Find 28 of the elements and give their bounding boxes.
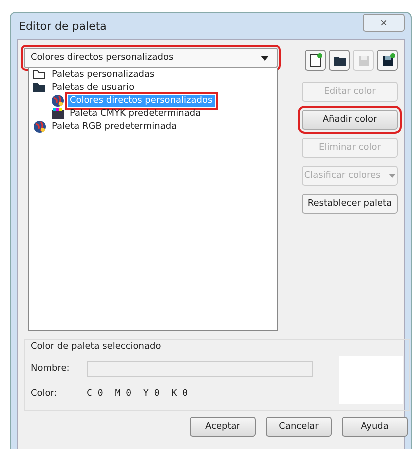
field-label: Nombre: <box>31 364 71 374</box>
toolbar-button[interactable] <box>305 50 326 71</box>
globe-icon <box>51 94 65 107</box>
tree-item[interactable]: Paleta RGB predeterminada <box>50 120 180 132</box>
toolbar-button[interactable] <box>329 50 350 71</box>
caret-icon <box>261 56 269 60</box>
window-title: Editor de paleta <box>18 20 107 32</box>
tree-item[interactable]: Paletas de usuario <box>50 82 137 94</box>
toolbar-button[interactable] <box>377 50 398 71</box>
palette-dropdown[interactable]: Colores directos personalizados <box>24 48 278 68</box>
side-button[interactable]: Restablecer paleta <box>302 194 398 214</box>
group-title: Color de paleta seleccionado <box>31 342 162 352</box>
folder-icon <box>33 81 47 94</box>
caret-icon <box>388 174 396 178</box>
globe-icon <box>33 120 47 133</box>
tree-item[interactable]: Paleta CMYK predeterminada <box>68 108 204 120</box>
field-label: Color: <box>31 389 58 399</box>
dialog-button[interactable]: Aceptar <box>190 417 256 437</box>
color-swatch <box>339 356 403 404</box>
palette-icon <box>51 107 65 120</box>
tree-item[interactable]: Paletas personalizadas <box>50 68 157 80</box>
color-value: M 0 <box>115 389 132 399</box>
color-value: K 0 <box>172 389 188 399</box>
dialog-button[interactable]: Cancelar <box>266 417 332 437</box>
color-value: C 0 <box>87 389 104 399</box>
color-value: Y 0 <box>144 389 160 399</box>
close-button[interactable]: × <box>363 14 405 32</box>
dialog-button[interactable]: Ayuda <box>342 417 408 437</box>
